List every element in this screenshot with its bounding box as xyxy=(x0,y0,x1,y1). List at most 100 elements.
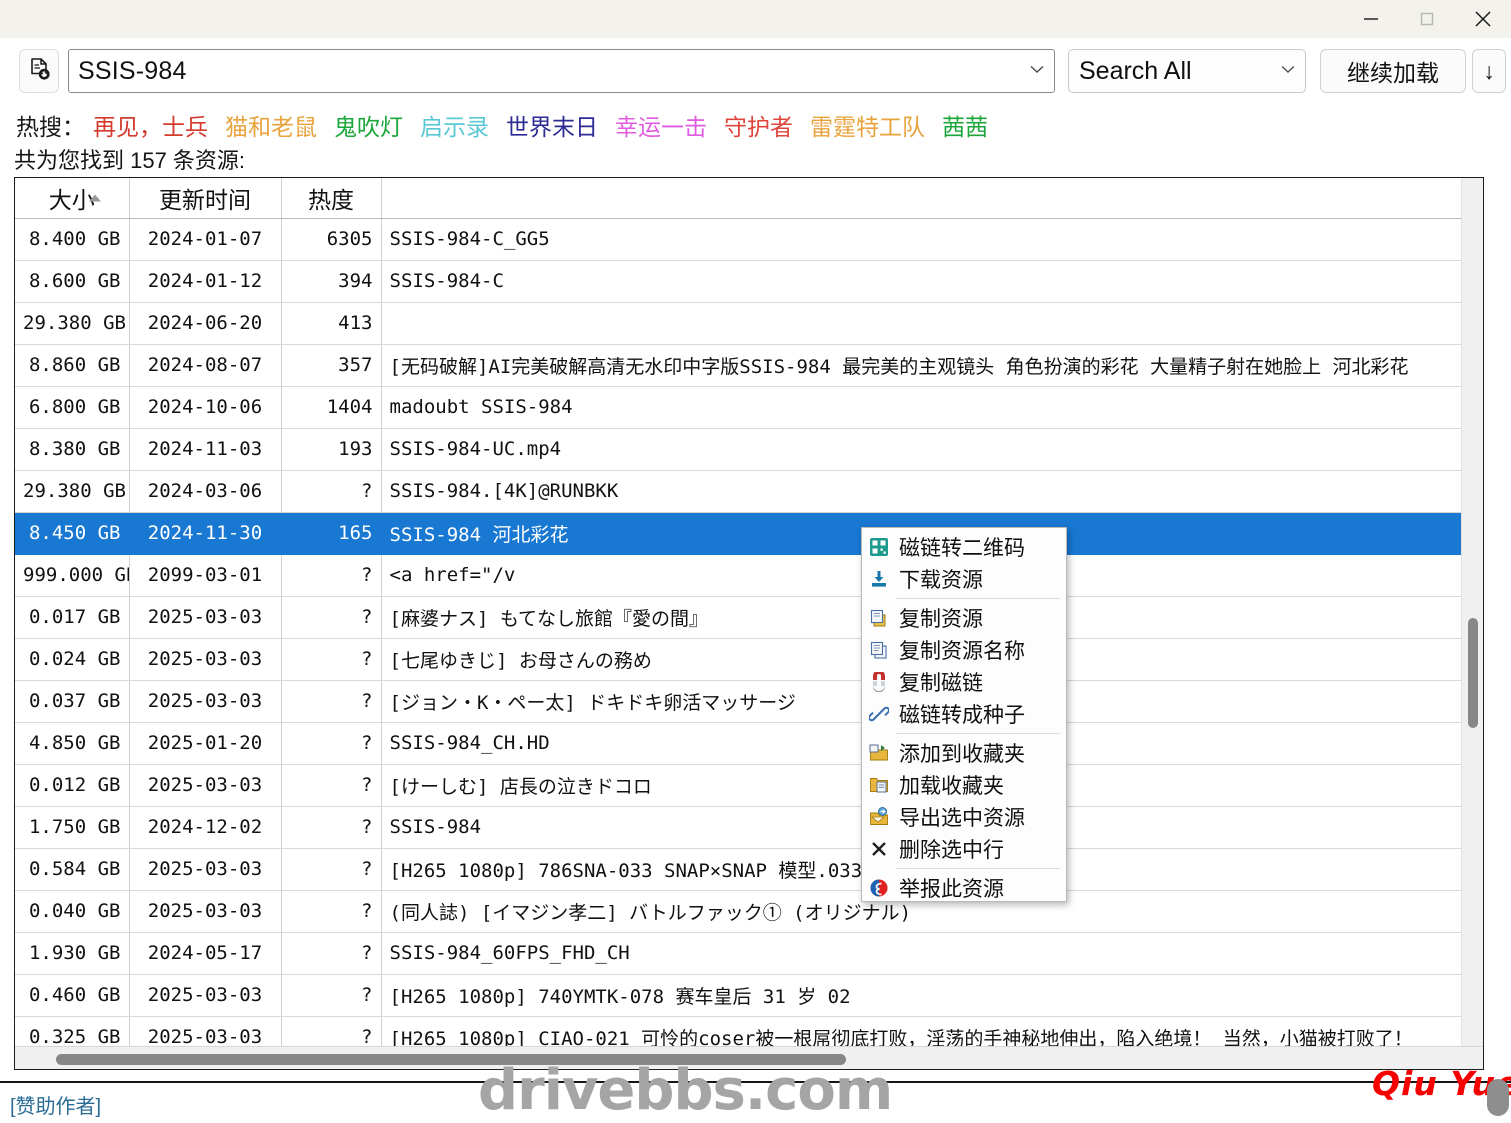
hot-search-tag[interactable]: 雷霆特工队 xyxy=(810,114,925,140)
table-row[interactable]: 6.800 GB 2024-10-06 1404 madoubt SSIS-984 xyxy=(15,386,1462,429)
context-menu-item-0[interactable]: 磁链转二维码 xyxy=(862,531,1066,563)
hot-search-tag[interactable]: 启示录 xyxy=(420,114,489,140)
cell-date: 2099-03-01 xyxy=(129,554,282,597)
hot-search-tag[interactable]: 守护者 xyxy=(724,114,793,140)
context-menu-item-3[interactable]: 复制资源名称 xyxy=(862,634,1066,666)
chevron-down-icon xyxy=(1028,60,1046,83)
cell-size: 0.584 GB xyxy=(15,848,130,891)
cell-size: 0.024 GB xyxy=(15,638,130,681)
column-header-heat-label: 热度 xyxy=(308,186,354,213)
cell-hot: ? xyxy=(281,974,382,1017)
cell-size: 0.037 GB xyxy=(15,680,130,723)
scroll-to-bottom-button[interactable]: ↓ xyxy=(1472,49,1506,93)
search-scope-select[interactable]: Search All xyxy=(1068,49,1306,93)
arrow-down-icon: ↓ xyxy=(1483,57,1495,84)
table-row[interactable]: 0.040 GB 2025-03-03? (同人誌) [イマジン孝二] バトルファッ… xyxy=(15,890,1462,933)
cell-date: 2025-03-03 xyxy=(129,638,282,681)
close-button[interactable] xyxy=(1455,0,1511,38)
context-menu-item-9[interactable]: 删除选中行 xyxy=(862,833,1066,865)
table-row[interactable]: 8.600 GB 2024-01-12 394 SSIS-984-C xyxy=(15,260,1462,303)
hot-search-tag[interactable]: 鬼吹灯 xyxy=(334,114,403,140)
cell-date: 2024-11-03 xyxy=(129,428,282,471)
results-panel: 大小 更新时间 热度 8.400 GB 2024-01-07 6305 SSIS-98… xyxy=(14,177,1484,1070)
cell-hot: ? xyxy=(281,638,382,681)
minimize-button[interactable] xyxy=(1343,0,1399,38)
sponsor-author-link[interactable]: [赞助作者] xyxy=(10,1090,101,1119)
search-history-dropdown-button[interactable] xyxy=(1020,50,1054,92)
cell-name: [H265 1080p] 740YMTK-078 赛车皇后 31 岁 02 xyxy=(381,974,1462,1017)
cell-size: 29.380 GB xyxy=(15,470,130,513)
context-menu-item-label: 删除选中行 xyxy=(899,839,1004,862)
sort-ascending-icon xyxy=(88,194,101,202)
hot-search-tag[interactable]: 幸运一击 xyxy=(615,114,707,140)
table-row[interactable]: 8.450 GB 2024-11-30 165 SSIS-984 河北彩花 xyxy=(15,512,1462,555)
table-row[interactable]: 8.860 GB 2024-08-07 357 [无码破解]AI完美破解高清无水印中字… xyxy=(15,344,1462,387)
table-row[interactable]: 0.012 GB 2025-03-03? [けーしむ] 店長の泣きドコロ xyxy=(15,764,1462,807)
cell-date: 2024-01-12 xyxy=(129,260,282,303)
hot-search-tag[interactable]: 世界末日 xyxy=(506,114,598,140)
table-row[interactable]: 1.750 GB 2024-12-02? SSIS-984 xyxy=(15,806,1462,849)
table-row[interactable]: 29.380 GB 2024-06-20 413 xyxy=(15,302,1462,345)
window-resize-grip[interactable] xyxy=(1487,1079,1509,1116)
maximize-button[interactable] xyxy=(1399,0,1455,38)
cell-size: 8.450 GB xyxy=(15,512,130,555)
context-menu-item-4[interactable]: 复制磁链 xyxy=(862,666,1066,698)
cell-hot: ? xyxy=(281,1016,382,1046)
cell-hot: ? xyxy=(281,554,382,597)
table-row[interactable]: 4.850 GB 2025-01-20? SSIS-984_CH.HD xyxy=(15,722,1462,765)
context-menu-item-6[interactable]: 添加到收藏夹 xyxy=(862,737,1066,769)
cell-size: 0.017 GB xyxy=(15,596,130,639)
column-header-date[interactable]: 更新时间 xyxy=(129,178,282,219)
context-menu-item-5[interactable]: 磁链转成种子 xyxy=(862,698,1066,730)
table-row[interactable]: 8.400 GB 2024-01-07 6305 SSIS-984-C_GG5 xyxy=(15,218,1462,261)
document-settings-button[interactable] xyxy=(19,49,59,93)
cell-name: SSIS-984.[4K]@RUNBKK xyxy=(381,470,1462,513)
context-menu-item-label: 导出选中资源 xyxy=(899,807,1025,830)
table-row[interactable]: 0.024 GB 2025-03-03? [七尾ゆきじ] お母さんの務め xyxy=(15,638,1462,681)
column-header-heat[interactable]: 热度 xyxy=(281,178,382,219)
context-menu-item-1[interactable]: 下载资源 xyxy=(862,563,1066,595)
table-row[interactable]: 0.017 GB 2025-03-03? [麻婆ナス] もてなし旅館『愛の間』 xyxy=(15,596,1462,639)
hot-search-tag[interactable]: 再见，士兵 xyxy=(93,114,208,140)
table-row[interactable]: 0.325 GB 2025-03-03? [H265 1080p] CIAO-021… xyxy=(15,1016,1462,1046)
report-icon xyxy=(866,875,892,901)
search-combobox[interactable]: SSIS-984 xyxy=(68,49,1055,93)
search-input[interactable]: SSIS-984 xyxy=(69,57,1020,86)
context-menu[interactable]: 磁链转二维码 下载资源复制资源 复制资源名称 复制磁链 磁链转成种子 添加到收藏夹 加载收藏… xyxy=(861,527,1067,902)
cell-hot: ? xyxy=(281,764,382,807)
cell-size: 29.380 GB xyxy=(15,302,130,345)
cell-date: 2024-05-17 xyxy=(129,932,282,975)
context-menu-item-8[interactable]: 导出选中资源 xyxy=(862,801,1066,833)
cell-name: SSIS-984_60FPS_FHD_CH xyxy=(381,932,1462,975)
table-row[interactable]: 8.380 GB 2024-11-03 193 SSIS-984-UC.mp4 xyxy=(15,428,1462,471)
delete-x-icon xyxy=(866,836,892,862)
table-row[interactable]: 0.584 GB 2025-03-03? [H265 1080p] 786SNA-0… xyxy=(15,848,1462,891)
context-menu-item-2[interactable]: 复制资源 xyxy=(862,602,1066,634)
context-menu-item-10[interactable]: 举报此资源 xyxy=(862,872,1066,904)
vertical-scrollbar[interactable] xyxy=(1461,178,1483,1046)
table-row[interactable]: 29.380 GB 2024-03-06? SSIS-984.[4K]@RUNBKK xyxy=(15,470,1462,513)
hot-search-tag[interactable]: 猫和老鼠 xyxy=(225,114,317,140)
cell-size: 6.800 GB xyxy=(15,386,130,429)
hot-search-tag[interactable]: 茜茜 xyxy=(942,114,988,140)
scope-dropdown-button[interactable] xyxy=(1271,50,1305,92)
cell-size: 8.860 GB xyxy=(15,344,130,387)
column-header-name[interactable] xyxy=(381,178,1462,219)
vertical-scrollbar-thumb[interactable] xyxy=(1468,618,1478,728)
export-icon xyxy=(866,804,892,830)
cell-name: [H265 1080p] CIAO-021 可怜的coser被一根屌彻底打败，淫… xyxy=(381,1016,1462,1046)
cell-date: 2024-03-06 xyxy=(129,470,282,513)
table-row[interactable]: 999.000 GB 2099-03-01? <a href="/v xyxy=(15,554,1462,597)
table-row[interactable]: 1.930 GB 2024-05-17? SSIS-984_60FPS_FHD_CH xyxy=(15,932,1462,975)
column-header-size[interactable]: 大小 xyxy=(15,178,130,219)
maximize-icon xyxy=(1417,9,1437,29)
load-more-button[interactable]: 继续加载 xyxy=(1320,49,1466,93)
download-icon xyxy=(866,566,892,592)
minimize-icon xyxy=(1361,9,1381,29)
table-row[interactable]: 0.460 GB 2025-03-03? [H265 1080p] 740YMTK-… xyxy=(15,974,1462,1017)
table-row[interactable]: 0.037 GB 2025-03-03? [ジョン・K・ペー太] ドキドキ卵活マッサ… xyxy=(15,680,1462,723)
cell-name xyxy=(381,302,1462,345)
load-more-label: 继续加载 xyxy=(1347,60,1439,86)
context-menu-item-7[interactable]: 加载收藏夹 xyxy=(862,769,1066,801)
cell-hot: 165 xyxy=(281,512,382,555)
